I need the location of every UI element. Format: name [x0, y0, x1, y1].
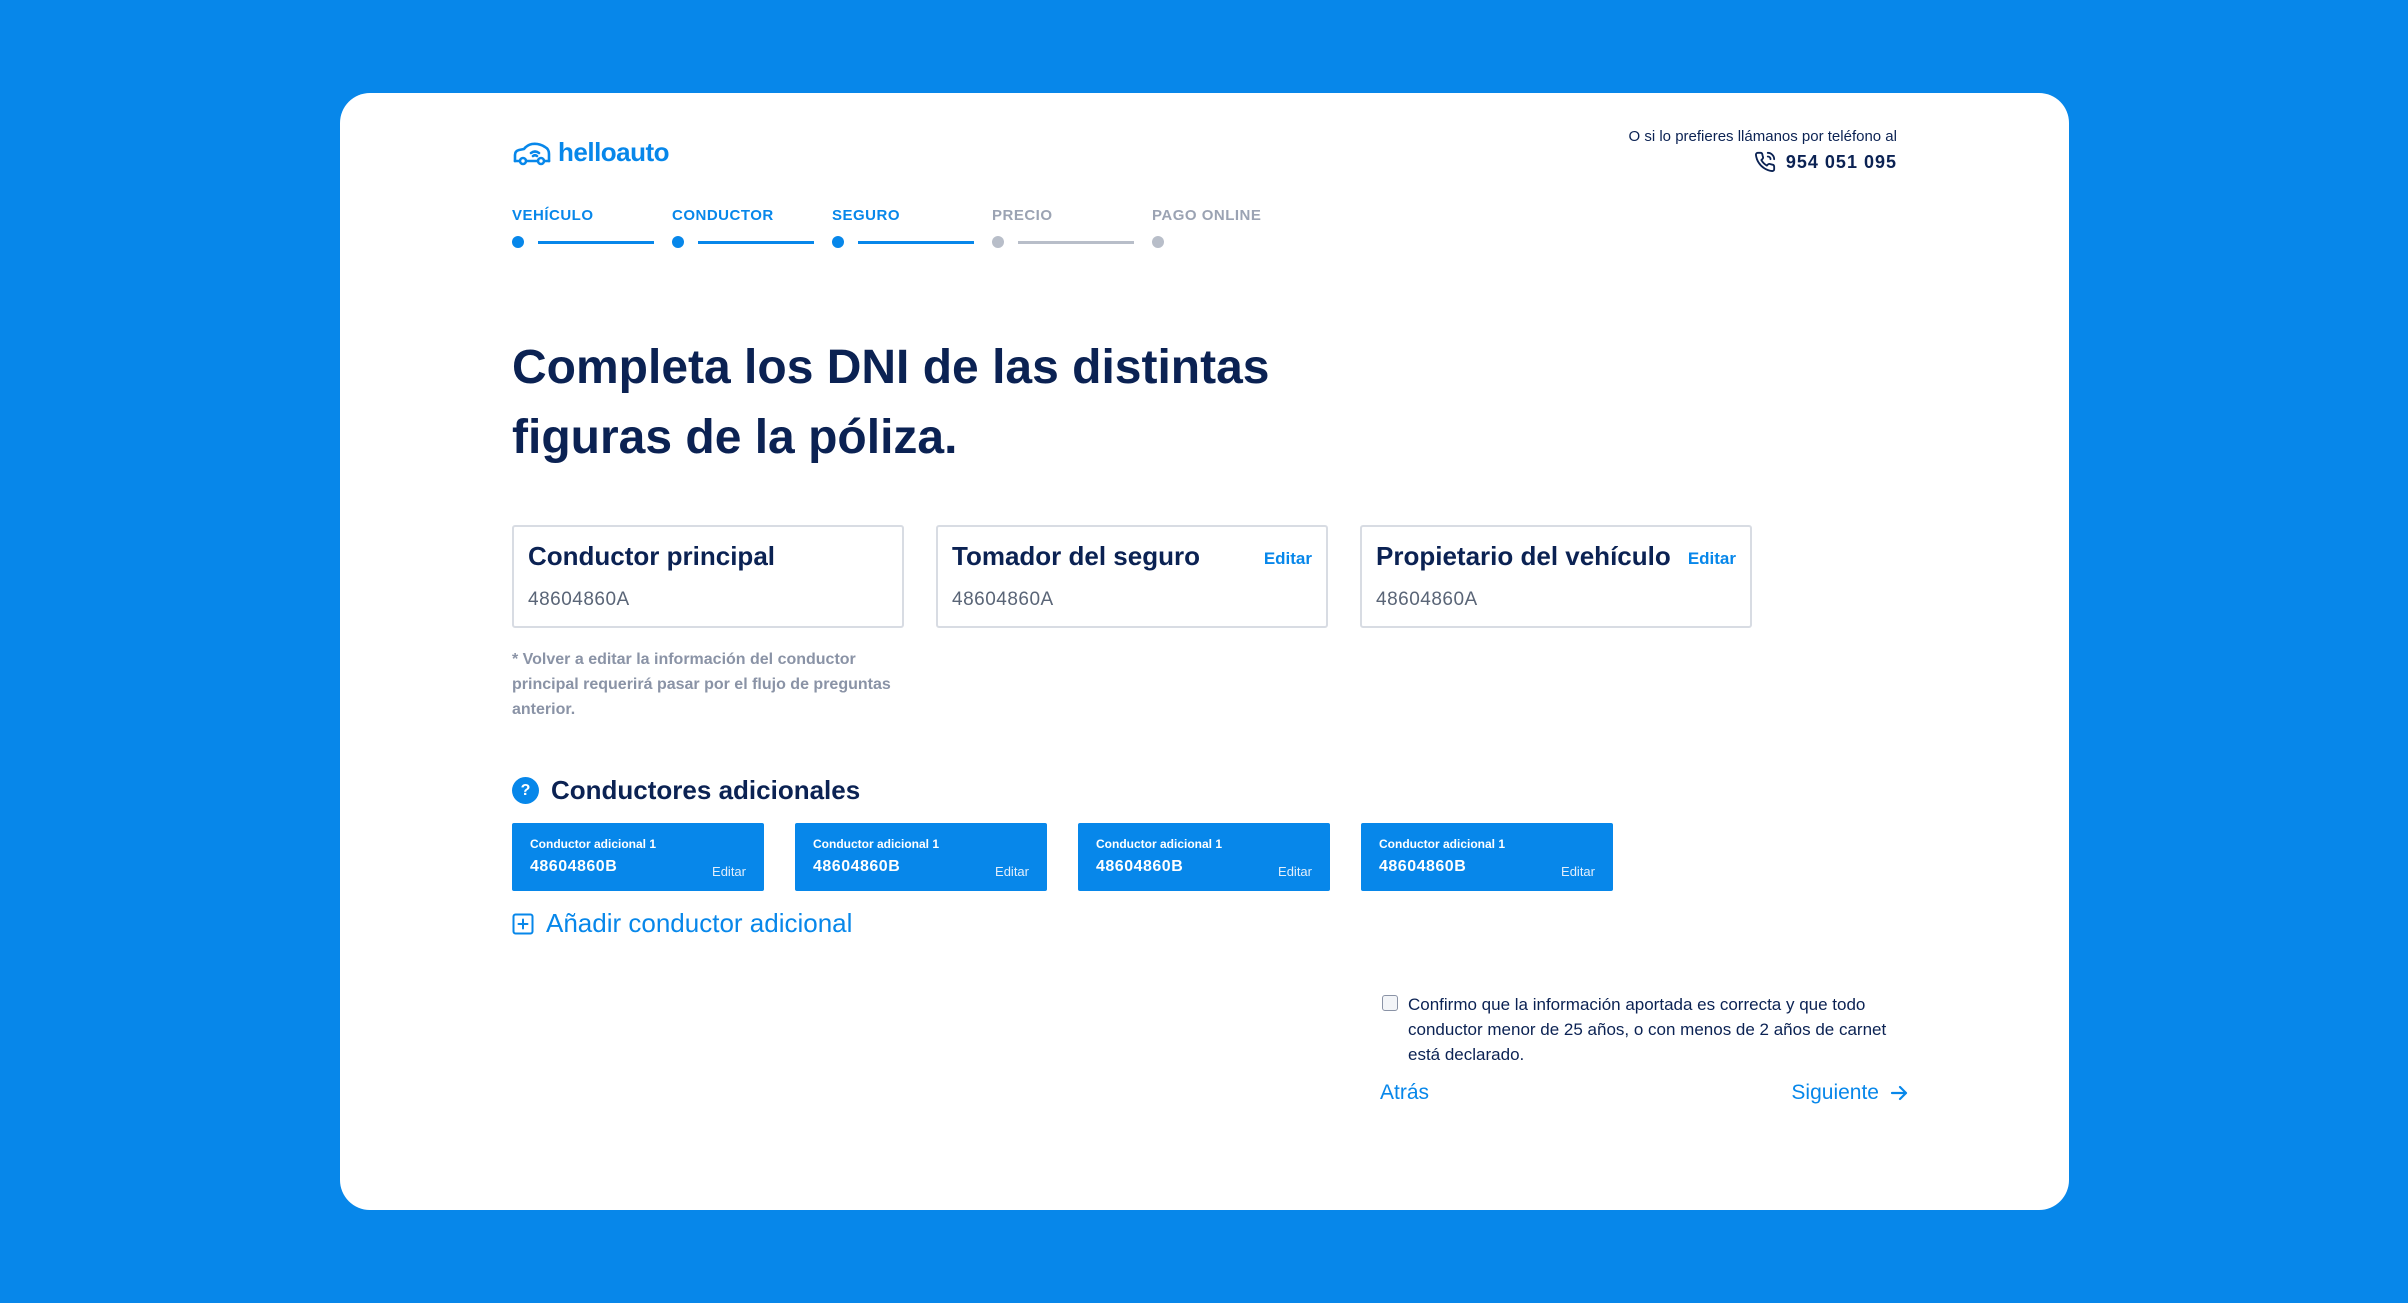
step-dot [672, 236, 684, 248]
step-label: PRECIO [992, 207, 1053, 224]
confirm-text: Confirmo que la información aportada es … [1408, 995, 1887, 1064]
box-title: Conductor principal [528, 541, 775, 571]
confirm-row: Confirmo que la información aportada es … [1382, 992, 1922, 1067]
step-bar [992, 236, 1134, 248]
additional-driver-card: Conductor adicional 1 48604860B Editar [1361, 823, 1613, 891]
step-label: VEHÍCULO [512, 207, 594, 224]
back-button[interactable]: Atrás [1380, 1081, 1429, 1105]
help-icon[interactable]: ? [512, 777, 539, 804]
progress-stepper: VEHÍCULO CONDUCTOR SEGURO PRECIO PAGO ON… [512, 207, 1294, 248]
driver-label: Conductor adicional 1 [1379, 837, 1506, 851]
car-wifi-logo-icon [513, 142, 551, 165]
box-value: 48604860A [528, 589, 630, 610]
step-bar [512, 236, 654, 248]
step-dot [992, 236, 1004, 248]
step-line [1018, 240, 1134, 244]
driver-dni: 48604860B [1096, 858, 1184, 875]
arrow-right-icon [1890, 1085, 1908, 1101]
step-vehiculo[interactable]: VEHÍCULO [512, 207, 654, 248]
step-bar [832, 236, 974, 248]
phone-number[interactable]: 954 051 095 [1786, 152, 1897, 173]
edit-note: * Volver a editar la información del con… [512, 651, 891, 718]
phone-caption: O si lo prefieres llámanos por teléfono … [1628, 128, 1897, 145]
edit-tomador-button[interactable]: Editar [1264, 549, 1312, 569]
step-label: CONDUCTOR [672, 207, 774, 224]
step-conductor[interactable]: CONDUCTOR [672, 207, 814, 248]
brand-logo[interactable]: helloauto [512, 137, 670, 168]
box-value: 48604860A [952, 589, 1054, 610]
step-precio: PRECIO [992, 207, 1134, 248]
step-bar [672, 236, 814, 248]
driver-label: Conductor adicional 1 [813, 837, 940, 851]
step-dot [512, 236, 524, 248]
main-card: helloauto O si lo prefieres llámanos por… [340, 93, 2069, 1210]
edit-driver-button[interactable]: Editar [1561, 864, 1595, 879]
section-title: Conductores adicionales [551, 775, 861, 805]
dni-box-conductor-principal: Conductor principal 48604860A [512, 525, 904, 628]
step-line [538, 240, 654, 244]
additional-driver-card: Conductor adicional 1 48604860B Editar [512, 823, 764, 891]
add-driver-button[interactable]: Añadir conductor adicional [512, 908, 852, 939]
additional-driver-card: Conductor adicional 1 48604860B Editar [1078, 823, 1330, 891]
plus-square-icon [512, 913, 534, 934]
driver-dni: 48604860B [813, 858, 901, 875]
page-title: Completa los DNI de las distintas figura… [512, 341, 1270, 464]
driver-label: Conductor adicional 1 [1096, 837, 1223, 851]
additional-drivers-list: Conductor adicional 1 48604860B Editar C… [512, 823, 1613, 891]
step-line [858, 240, 974, 244]
edit-propietario-button[interactable]: Editar [1688, 549, 1736, 569]
step-seguro[interactable]: SEGURO [832, 207, 974, 248]
edit-driver-button[interactable]: Editar [1278, 864, 1312, 879]
dni-box-tomador: Tomador del seguro Editar 48604860A [936, 525, 1328, 628]
step-pago-online: PAGO ONLINE [1152, 207, 1294, 248]
add-driver-label: Añadir conductor adicional [546, 908, 853, 938]
edit-driver-button[interactable]: Editar [712, 864, 746, 879]
brand-name: helloauto [558, 137, 670, 167]
step-dot [1152, 236, 1164, 248]
phone-icon [1754, 151, 1775, 172]
phone-contact: O si lo prefieres llámanos por teléfono … [1629, 128, 1897, 173]
box-title: Tomador del seguro [952, 541, 1200, 571]
step-label: SEGURO [832, 207, 901, 224]
step-label: PAGO ONLINE [1152, 207, 1262, 224]
step-dot [832, 236, 844, 248]
additional-drivers-header: ? Conductores adicionales [512, 775, 860, 806]
confirm-checkbox[interactable] [1382, 995, 1398, 1011]
box-value: 48604860A [1376, 589, 1478, 610]
step-line [698, 240, 814, 244]
step-bar [1152, 236, 1294, 248]
driver-dni: 48604860B [530, 858, 618, 875]
next-button[interactable]: Siguiente [1791, 1081, 1909, 1105]
box-title: Propietario del vehículo [1376, 541, 1671, 571]
additional-driver-card: Conductor adicional 1 48604860B Editar [795, 823, 1047, 891]
next-label: Siguiente [1791, 1081, 1879, 1104]
driver-label: Conductor adicional 1 [530, 837, 657, 851]
dni-box-propietario: Propietario del vehículo Editar 48604860… [1360, 525, 1752, 628]
edit-driver-button[interactable]: Editar [995, 864, 1029, 879]
phone-row[interactable]: 954 051 095 [1629, 151, 1897, 173]
driver-dni: 48604860B [1379, 858, 1467, 875]
